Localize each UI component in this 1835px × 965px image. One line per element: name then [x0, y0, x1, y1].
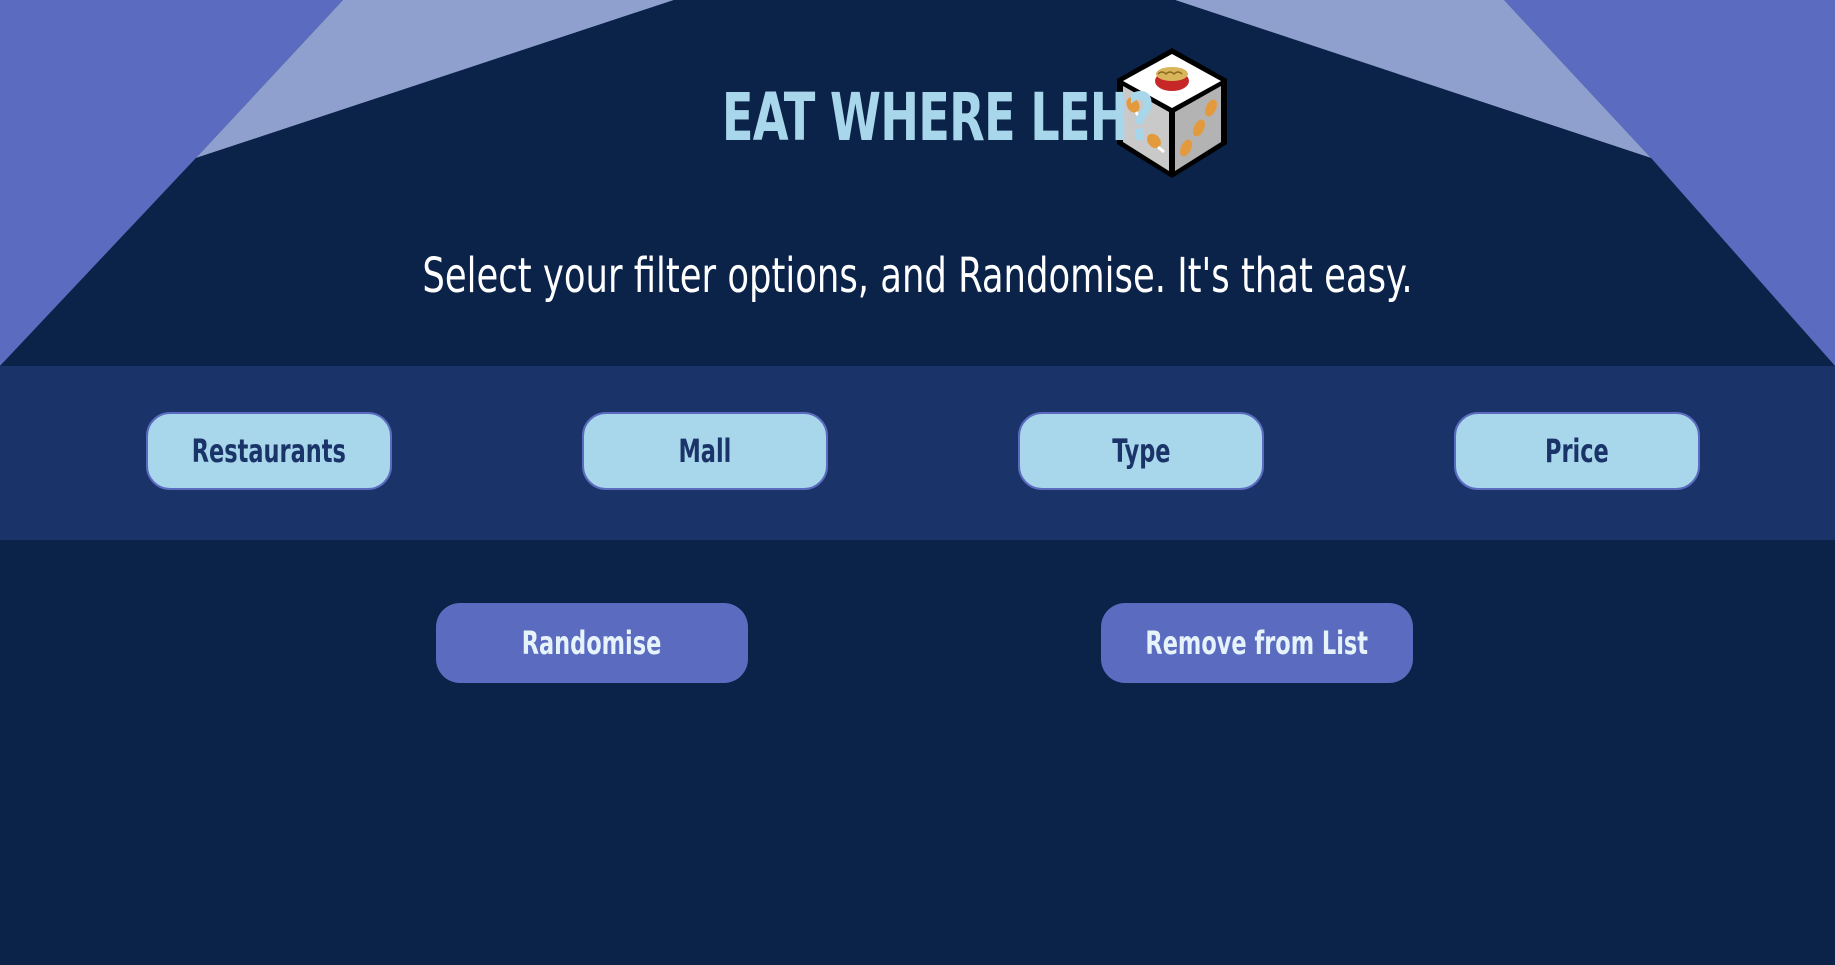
price-filter-label: Price — [1545, 432, 1609, 470]
mall-filter-button[interactable]: Mall — [582, 412, 828, 490]
title-row: EAT WHERE LEH? — [0, 44, 1835, 184]
app-page: EAT WHERE LEH? Select your filter option… — [0, 0, 1835, 965]
randomise-button[interactable]: Randomise — [436, 603, 748, 683]
remove-from-list-button[interactable]: Remove from List — [1101, 603, 1413, 683]
type-filter-label: Type — [1111, 432, 1171, 470]
price-filter-button[interactable]: Price — [1454, 412, 1700, 490]
restaurants-filter-button[interactable]: Restaurants — [146, 412, 392, 490]
remove-from-list-label: Remove from List — [1145, 624, 1369, 662]
randomise-label: Randomise — [522, 624, 662, 662]
hero-section: EAT WHERE LEH? Select your filter option… — [0, 0, 1835, 366]
page-title: EAT WHERE LEH? — [721, 79, 1154, 156]
tagline: Select your filter options, and Randomis… — [422, 248, 1413, 304]
type-filter-button[interactable]: Type — [1018, 412, 1264, 490]
filter-bar: Restaurants Mall Type Price — [0, 366, 1835, 540]
restaurants-filter-label: Restaurants — [191, 432, 347, 470]
mall-filter-label: Mall — [678, 432, 732, 470]
